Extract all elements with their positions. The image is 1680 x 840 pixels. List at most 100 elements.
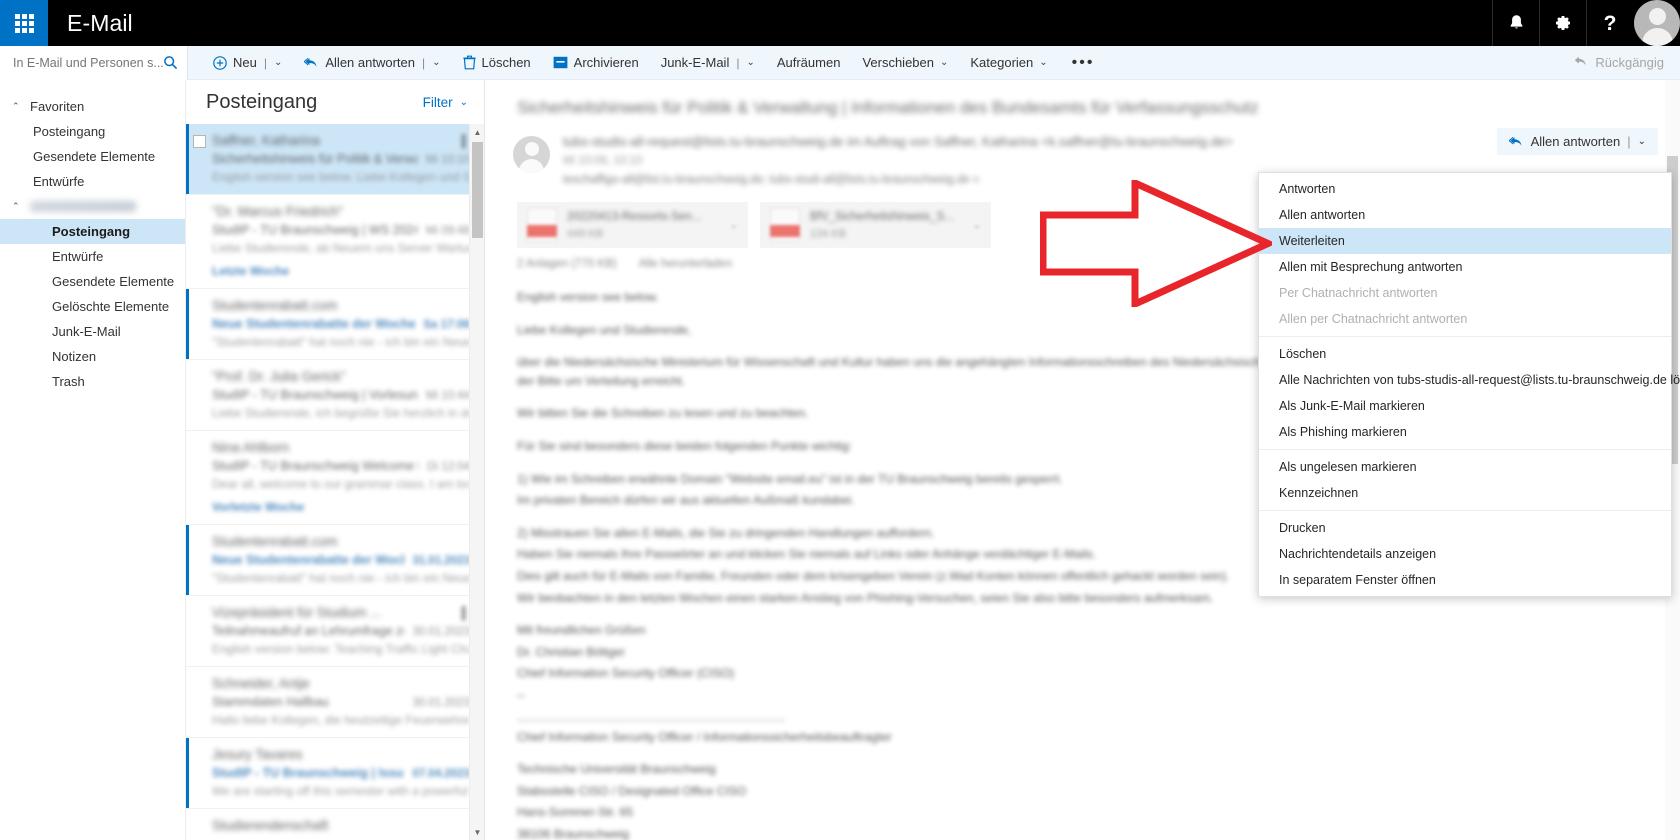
move-button[interactable]: Verschieben ⌄: [851, 46, 959, 80]
chevron-down-icon[interactable]: ⌄: [274, 57, 282, 68]
row-checkbox[interactable]: [193, 135, 206, 148]
sidebar-item-posteingang[interactable]: Posteingang: [0, 219, 185, 244]
chevron-down-icon[interactable]: ⌄: [1638, 136, 1646, 147]
table-row[interactable]: Studierendenschaft: [186, 809, 484, 840]
gear-icon[interactable]: [1539, 0, 1586, 46]
avatar-body: [519, 159, 544, 173]
reply-all-button-reading[interactable]: Allen antworten | ⌄: [1496, 128, 1658, 155]
archive-button[interactable]: Archivieren: [542, 46, 650, 80]
menu-item-allen-mit-besprechung-antworten[interactable]: Allen mit Besprechung antworten: [1259, 254, 1671, 280]
folder-group-label: Favoriten: [30, 99, 85, 114]
menu-item-als-phishing-markieren[interactable]: Als Phishing markieren: [1259, 419, 1671, 445]
chevron-up-icon[interactable]: ⌃: [12, 101, 21, 112]
avatar-head: [1648, 8, 1666, 25]
new-button[interactable]: Neu | ⌄: [202, 46, 293, 80]
row-top: Studentenrabatt.com: [212, 298, 470, 313]
message-time: Sa 17:06: [423, 319, 470, 331]
cleanup-button[interactable]: Aufräumen: [766, 46, 852, 80]
chevron-down-icon[interactable]: ⌄: [432, 57, 440, 68]
delete-button[interactable]: Löschen: [452, 46, 542, 80]
table-row[interactable]: Schneider, Antje Stammdaten Hallbau 30.0…: [186, 667, 484, 738]
menu-item-drucken[interactable]: Drucken: [1259, 515, 1671, 541]
menu-item-als-junk-markieren[interactable]: Als Junk-E-Mail markieren: [1259, 393, 1671, 419]
folder-group-account[interactable]: ⌃: [0, 194, 185, 219]
table-row[interactable]: Saffner, Katharina ▌ Sicherheitshinweis …: [186, 124, 484, 195]
chevron-down-icon[interactable]: ⌄: [973, 220, 981, 231]
sidebar-item-junk-email[interactable]: Junk-E-Mail: [0, 319, 185, 344]
menu-item-nachrichtendetails-anzeigen[interactable]: Nachrichtendetails anzeigen: [1259, 541, 1671, 567]
row-mid: Teilnahmeaufruf an Lehrumfrage zum TECHL…: [212, 624, 470, 638]
sidebar-item-entwuerfe[interactable]: Entwürfe: [0, 244, 185, 269]
search-box[interactable]: In E-Mail und Personen s...: [0, 45, 188, 80]
scroll-up-icon[interactable]: ▲: [470, 124, 485, 140]
filter-button[interactable]: Filter ⌄: [423, 95, 468, 110]
reply-all-button[interactable]: Allen antworten | ⌄: [293, 46, 451, 80]
chevron-down-icon[interactable]: ⌄: [1039, 57, 1047, 68]
table-row[interactable]: Vizepräsident für Studium ... ▌ Teilnahm…: [186, 596, 484, 667]
bell-icon[interactable]: [1492, 0, 1539, 46]
message-subject: Teilnahmeaufruf an Lehrumfrage zum TECHL…: [212, 624, 404, 638]
sidebar-item-notizen[interactable]: Notizen: [0, 344, 185, 369]
overflow-button[interactable]: •••: [1059, 46, 1108, 80]
table-row[interactable]: "Dr. Marcus Friedrich" StudIP - TU Braun…: [186, 195, 484, 289]
message-group-tag: Vorletzte Woche: [212, 500, 305, 514]
chevron-up-icon[interactable]: ⌃: [12, 201, 21, 212]
download-all-link[interactable]: Alle herunterladen: [639, 258, 732, 270]
reply-all-separator: |: [1627, 134, 1631, 149]
message-sender: Vizepräsident für Studium ...: [212, 605, 382, 620]
message-list-scrollbar[interactable]: ▲ ▼: [469, 124, 484, 840]
archive-icon: [553, 56, 568, 69]
help-icon[interactable]: ?: [1586, 0, 1633, 46]
menu-item-antworten[interactable]: Antworten: [1259, 176, 1671, 202]
attachment-item[interactable]: BfV_Sicherheitshinweis_S... 134 KB ⌄: [760, 202, 991, 248]
chevron-down-icon[interactable]: ⌄: [730, 220, 738, 231]
sidebar-item-trash[interactable]: Trash: [0, 369, 185, 394]
sidebar-item-label: Gelöschte Elemente: [52, 299, 170, 314]
folder-group-favorites[interactable]: ⌃ Favoriten: [0, 94, 185, 119]
search-icon[interactable]: [163, 55, 178, 70]
table-row[interactable]: Studentenrabatt.com Neue Studentenrabatt…: [186, 289, 484, 360]
scroll-down-icon[interactable]: ▼: [470, 824, 485, 840]
row-mid: Neue Studentenrabatte der Woche: Jetzt .…: [212, 317, 470, 331]
trash-icon: [462, 55, 476, 70]
sidebar-item-fav-posteingang[interactable]: Posteingang: [0, 119, 185, 144]
message-time: Mi 10:10: [425, 154, 470, 166]
message-list-header: Posteingang Filter ⌄: [186, 80, 484, 124]
chevron-down-icon[interactable]: ⌄: [746, 57, 754, 68]
menu-item-kennzeichnen[interactable]: Kennzeichnen: [1259, 480, 1671, 506]
body-paragraph: Technische Universität Braunschweig: [517, 762, 716, 777]
menu-item-allen-antworten[interactable]: Allen antworten: [1259, 202, 1671, 228]
reply-all-label: Allen antworten: [1530, 134, 1621, 149]
message-subject: StudIP - TU Braunschweig | Vorlesung 8: [212, 388, 418, 402]
sidebar-item-label: Gesendete Elemente: [33, 149, 156, 164]
avatar[interactable]: [1634, 0, 1680, 46]
search-input[interactable]: In E-Mail und Personen s...: [13, 56, 163, 70]
context-menu: Antworten Allen antworten Weiterleiten A…: [1258, 172, 1680, 597]
app-launcher-button[interactable]: [0, 0, 48, 46]
sidebar-item-gesendete-elemente[interactable]: Gesendete Elemente: [0, 269, 185, 294]
table-row[interactable]: Jesury Tavares StudIP - TU Braunschweig …: [186, 738, 484, 809]
table-row[interactable]: Studentenrabatt.com Neue Studentenrabatt…: [186, 525, 484, 596]
menu-item-weiterleiten[interactable]: Weiterleiten: [1259, 228, 1671, 254]
attachment-item[interactable]: 20220413-Ressorts-Sen... 449 KB ⌄: [517, 202, 748, 248]
menu-item-alle-nachrichten-loeschen[interactable]: Alle Nachrichten von tubs-studis-all-req…: [1259, 367, 1680, 393]
menu-item-als-ungelesen-markieren[interactable]: Als ungelesen markieren: [1259, 454, 1671, 480]
sidebar-item-fav-entwuerfe[interactable]: Entwürfe: [0, 169, 185, 194]
undo-button[interactable]: Rückgängig: [1558, 46, 1680, 80]
chevron-down-icon[interactable]: ⌄: [940, 57, 948, 68]
body-paragraph: Dr. Christian Böttger: [517, 644, 626, 659]
sidebar-item-geloeschte-elemente[interactable]: Gelöschte Elemente: [0, 294, 185, 319]
junk-label: Junk-E-Mail: [660, 55, 730, 70]
categories-button[interactable]: Kategorien ⌄: [959, 46, 1058, 80]
menu-item-loeschen[interactable]: Löschen: [1259, 341, 1671, 367]
junk-button[interactable]: Junk-E-Mail | ⌄: [650, 46, 766, 80]
table-row[interactable]: Nina Ahlborn StudIP - TU Braunschweig We…: [186, 431, 484, 525]
menu-item-in-separatem-fenster-oeffnen[interactable]: In separatem Fenster öffnen: [1259, 567, 1671, 593]
message-list-scroll[interactable]: Saffner, Katharina ▌ Sicherheitshinweis …: [186, 124, 484, 840]
scrollbar-thumb[interactable]: [472, 142, 483, 238]
row-mid: StudIP - TU Braunschweig | Vorlesung 8 M…: [212, 388, 470, 402]
table-row[interactable]: "Prof. Dr. Julia Gerick" StudIP - TU Bra…: [186, 360, 484, 431]
sidebar-item-fav-gesendete[interactable]: Gesendete Elemente: [0, 144, 185, 169]
message-preview: Liebe Studierende, ich begrüße Sie herzl…: [212, 406, 470, 420]
menu-divider: [1259, 336, 1671, 337]
